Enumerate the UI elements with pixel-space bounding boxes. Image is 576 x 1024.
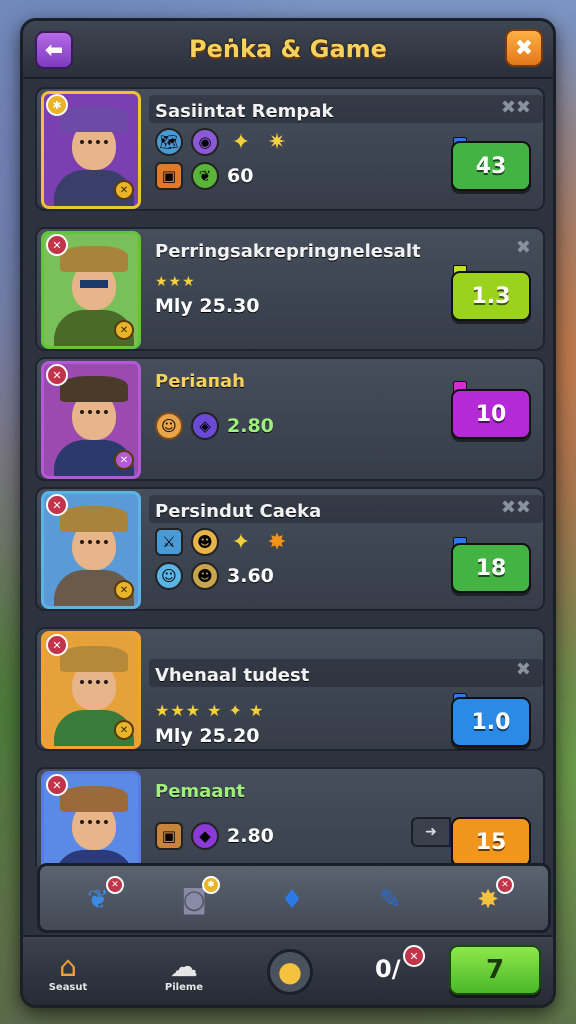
leaf-icon: ❦: [191, 162, 219, 190]
leaderboard-panel: ⬅ Peṅka & Game ✖ ✱ ✕ Sasiintat Rempak ✖✖…: [20, 18, 556, 1008]
level-badge-icon: ✕: [114, 720, 134, 740]
player-name: Pemaant: [155, 781, 245, 802]
sword-icon: ⚔: [155, 528, 183, 556]
counter-text: 0/: [375, 955, 401, 983]
player-row[interactable]: ✕ ✕ Vhenaal tudest ✖ ★★★ ★ ✦ ★ Mly 25.20…: [35, 627, 545, 751]
rating-stars-icon: ★★★ ★ ✦ ★: [155, 700, 265, 720]
character-icon: ☺: [155, 562, 183, 590]
item-toolbar: ❦ ✕ ◙ ✱ ♦ ✎ ✸ ✕: [37, 863, 551, 933]
player-row[interactable]: ✕ ✕ Persindut Caeka ✖✖ ⚔ ☻ ✦ ✸ ☺ ☻ 3.60 …: [35, 487, 545, 611]
score-button[interactable]: 18: [451, 543, 531, 593]
item-icons: 🗺 ◉ ✦ ✷: [155, 127, 291, 157]
stat-line: Mly 25.20: [155, 721, 260, 751]
rank-badge-icon: ✕: [46, 364, 68, 386]
player-stat: 60: [227, 165, 254, 187]
score-button[interactable]: 10: [451, 389, 531, 439]
player-row[interactable]: ✕ Pemaant ▣ ◆ 2.80 ➜ 15: [35, 767, 545, 867]
score-button[interactable]: 1.3: [451, 271, 531, 321]
player-portrait: ✕ ✕: [41, 491, 141, 609]
nav-center[interactable]: ●: [255, 943, 325, 1001]
burst-icon: ✸: [267, 529, 287, 555]
player-name: Perringsakrepringnelesalt: [155, 241, 421, 262]
gem-icon[interactable]: ♦: [272, 880, 312, 920]
close-icon[interactable]: ✕: [403, 945, 425, 967]
house-icon: ⌂: [59, 949, 77, 983]
potion-icon[interactable]: ❦ ✕: [78, 876, 124, 920]
star-icon: ✦: [231, 129, 251, 155]
gold-coin-icon: ●: [267, 949, 313, 995]
pet-icon: ☁: [170, 949, 198, 983]
camera-icon[interactable]: ◙ ✱: [174, 876, 220, 920]
mask-icon: ☻: [191, 562, 219, 590]
score-button[interactable]: 15: [451, 817, 531, 867]
remove-icon: ✕: [106, 876, 124, 894]
bottom-nav: ⌂ Seasut ☁ Pileme ● 0/ ✕ 7: [23, 935, 553, 1005]
player-stat: 3.60: [227, 565, 274, 587]
score-button[interactable]: 43: [451, 141, 531, 191]
player-name: Sasiintat Rempak: [155, 101, 334, 122]
player-stat: Mly 25.20: [155, 725, 260, 747]
player-name: Periaпah: [155, 371, 245, 392]
rank-badge-icon: ✕: [46, 494, 68, 516]
player-row[interactable]: ✱ ✕ Sasiintat Rempak ✖✖ 🗺 ◉ ✦ ✷ ▣ ❦ 60 4…: [35, 87, 545, 211]
crate-icon: ▣: [155, 162, 183, 190]
player-row[interactable]: ✕ ✕ Periaпah ☺ ◈ 2.80 10: [35, 357, 545, 481]
remove-icon[interactable]: ✖✖: [501, 497, 531, 518]
item-icons: ⚔ ☻ ✦ ✸: [155, 527, 291, 557]
rank-badge-icon: ✕: [46, 774, 68, 796]
player-portrait: ✕ ✕: [41, 361, 141, 479]
player-stat: Mly 25.30: [155, 295, 260, 317]
gem-orb-icon: ◆: [191, 822, 219, 850]
pencil-icon[interactable]: ✎: [370, 880, 410, 920]
chest-icon: ▣: [155, 822, 183, 850]
monkey-icon: ☺: [155, 412, 183, 440]
player-portrait: ✕ ✕: [41, 231, 141, 349]
player-portrait: ✱ ✕: [41, 91, 141, 209]
player-stat: 2.80: [227, 825, 274, 847]
rank-badge-icon: ✕: [46, 634, 68, 656]
rating-stars-icon: ★★★: [155, 274, 196, 290]
remove-icon: ✕: [496, 876, 514, 894]
rank-badge-icon: ✱: [46, 94, 68, 116]
level-badge-icon: ✕: [114, 580, 134, 600]
stat-line: ☺ ◈ 2.80: [155, 411, 274, 441]
stat-line: ☺ ☻ 3.60: [155, 561, 274, 591]
level-badge-icon: ✕: [114, 450, 134, 470]
sparkle-icon: ✷: [267, 129, 287, 155]
player-portrait: ✕: [41, 771, 141, 867]
remove-icon[interactable]: ✖✖: [501, 97, 531, 118]
stat-line: ▣ ◆ 2.80: [155, 821, 274, 851]
stat-line: ▣ ❦ 60: [155, 161, 253, 191]
star-close-icon: ✖: [514, 35, 534, 61]
level-badge-icon: ✕: [114, 180, 134, 200]
star-icon: ✦: [231, 529, 251, 555]
arrow-icon[interactable]: ➜: [411, 817, 451, 847]
player-name: Persindut Caeka: [155, 501, 322, 522]
page-title: Peṅka & Game: [189, 35, 387, 63]
player-row[interactable]: ✕ ✕ Perringsakrepringnelesalt ✖ ★★★ Mly …: [35, 227, 545, 351]
level-badge-icon: ✕: [114, 320, 134, 340]
stat-line: Mly 25.30: [155, 291, 260, 321]
remove-icon[interactable]: ✖: [516, 237, 531, 258]
orb-icon: ◉: [191, 128, 219, 156]
go-button[interactable]: 7: [449, 945, 541, 995]
player-name: Vhenaal tudest: [155, 665, 310, 686]
score-button[interactable]: 1.0: [451, 697, 531, 747]
player-stat: 2.80: [227, 415, 274, 437]
remove-icon[interactable]: ✖: [516, 659, 531, 680]
map-icon: 🗺: [155, 128, 183, 156]
magic-orb-icon: ◈: [191, 412, 219, 440]
player-list[interactable]: ✱ ✕ Sasiintat Rempak ✖✖ 🗺 ◉ ✦ ✷ ▣ ❦ 60 4…: [35, 87, 545, 867]
rank-badge-icon: ✕: [46, 234, 68, 256]
star-burst-icon[interactable]: ✸ ✕: [468, 876, 514, 920]
nav-profile[interactable]: ☁ Pileme: [149, 943, 219, 1001]
nav-home[interactable]: ⌂ Seasut: [33, 943, 103, 1001]
close-button[interactable]: ✖: [505, 29, 543, 67]
face-icon: ☻: [191, 528, 219, 556]
header-bar: ⬅ Peṅka & Game ✖: [23, 21, 553, 79]
add-icon: ✱: [202, 876, 220, 894]
player-portrait: ✕ ✕: [41, 631, 141, 749]
